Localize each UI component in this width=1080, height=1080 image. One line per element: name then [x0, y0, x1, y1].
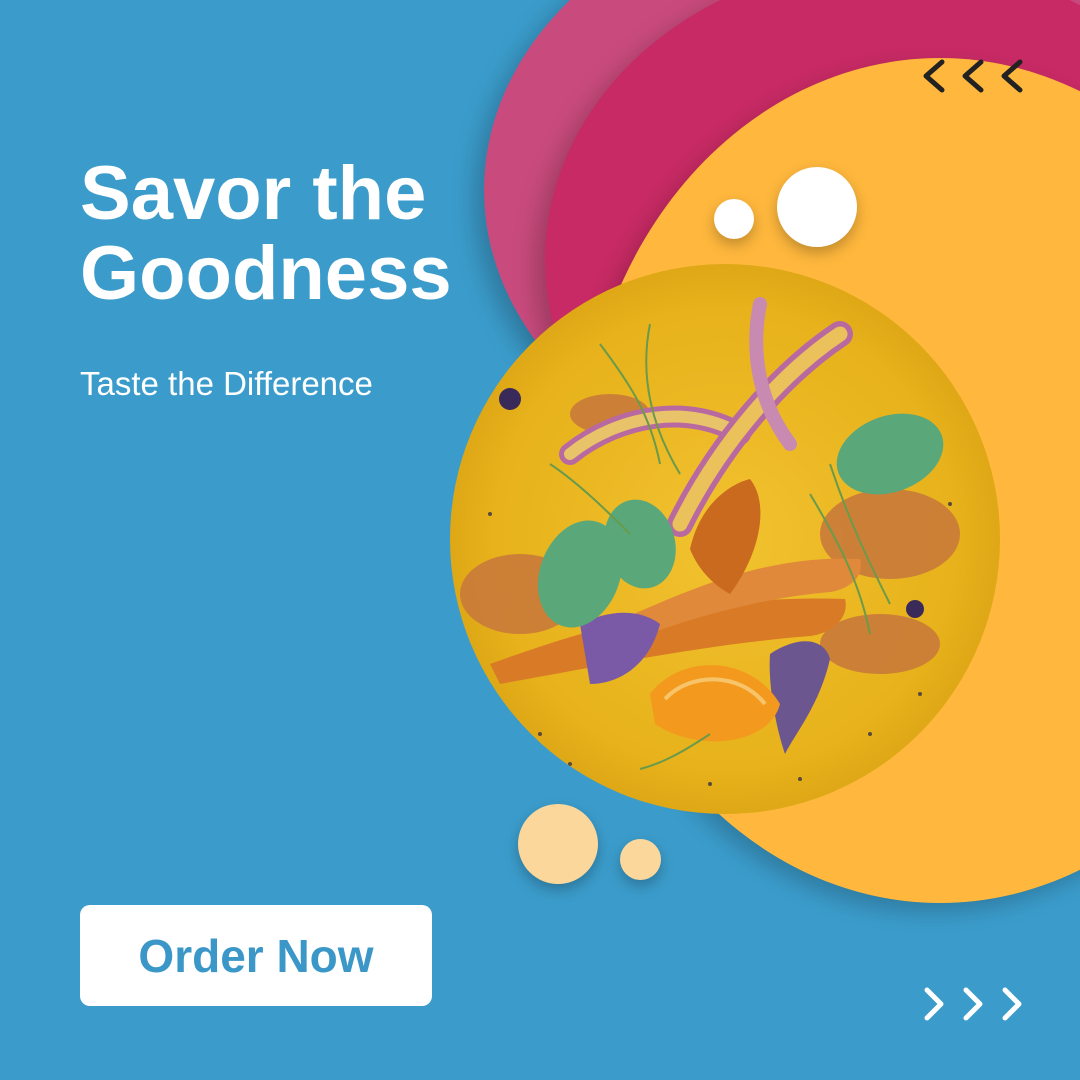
headline: Savor the Goodness — [80, 154, 540, 314]
order-now-button[interactable]: Order Now — [80, 905, 432, 1006]
headline-line-1: Savor the — [80, 151, 427, 236]
white-bubble-small — [714, 199, 754, 239]
peach-bubble-large — [518, 804, 598, 884]
peach-bubble-small — [620, 839, 661, 880]
headline-line-2: Goodness — [80, 231, 452, 316]
white-bubble-large — [777, 167, 857, 247]
tagline: Taste the Difference — [80, 365, 373, 402]
food-plate-photo — [450, 264, 1000, 814]
chevrons-right-icon — [922, 986, 1026, 1031]
chevrons-left-icon — [922, 58, 1026, 103]
promo-banner: Savor the Goodness Taste the Difference … — [0, 0, 1080, 1080]
